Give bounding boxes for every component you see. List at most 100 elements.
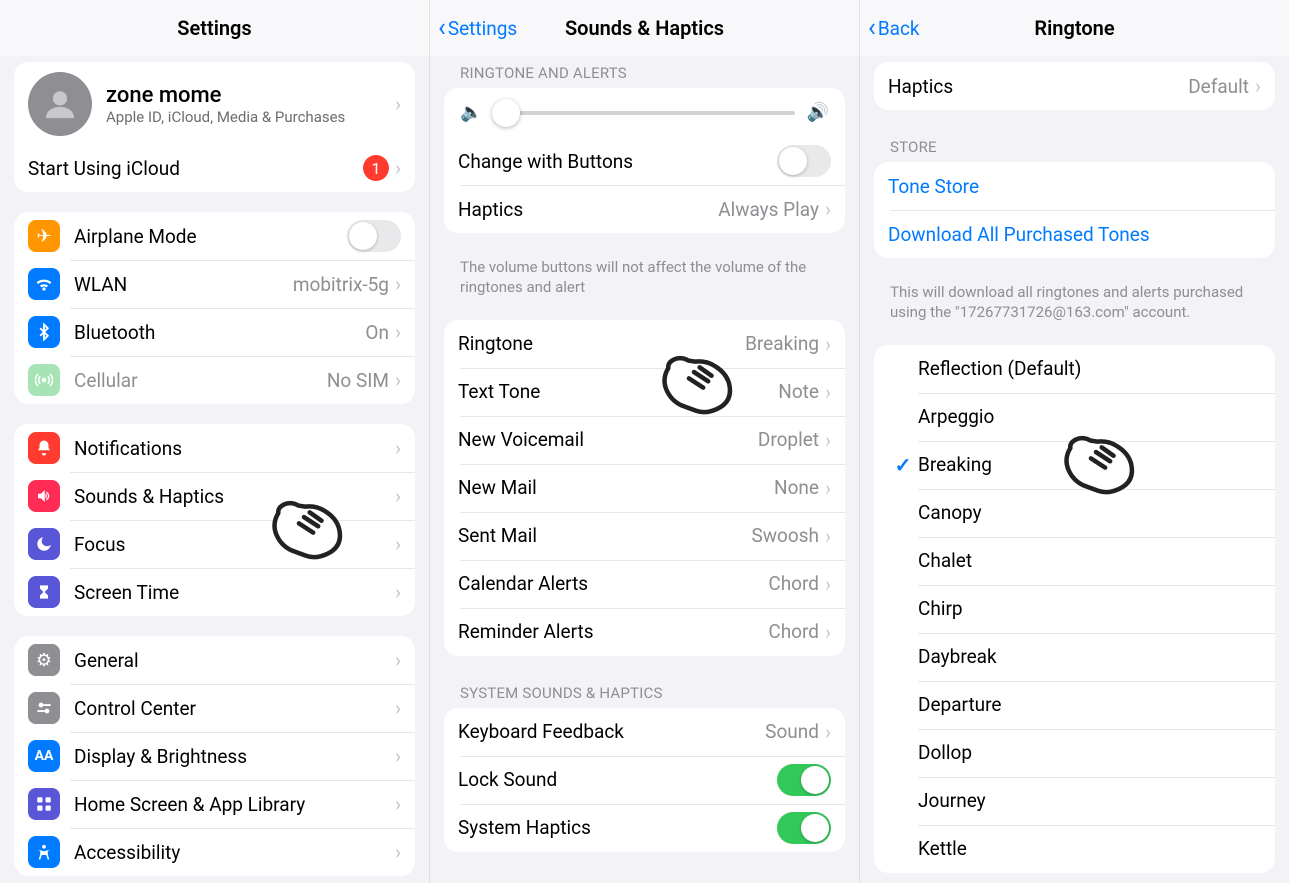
chevron-left-icon: ‹ xyxy=(438,15,446,41)
tones-list-group: Reflection (Default) Arpeggio ✓Breaking Can… xyxy=(874,345,1275,873)
chevron-right-icon: › xyxy=(825,524,831,548)
keyboard-feedback-row[interactable]: Keyboard Feedback Sound › xyxy=(444,708,845,756)
system-sounds-section-label: SYSTEM SOUNDS & HAPTICS xyxy=(430,676,859,708)
system-group: ⚙ General › Control Center › AA Display … xyxy=(14,636,415,876)
tone-option[interactable]: Canopy xyxy=(874,489,1275,537)
wifi-icon xyxy=(28,268,60,300)
apple-id-row[interactable]: zone mome Apple ID, iCloud, Media & Purc… xyxy=(14,62,415,144)
volume-footer: The volume buttons will not affect the v… xyxy=(430,253,859,308)
tone-label: Arpeggio xyxy=(918,405,994,428)
chevron-right-icon: › xyxy=(395,436,401,460)
back-button[interactable]: ‹Back xyxy=(868,0,920,56)
lock-sound-row[interactable]: Lock Sound xyxy=(444,756,845,804)
store-section-label: STORE xyxy=(860,130,1289,162)
sounds-navbar: ‹Settings Sounds & Haptics xyxy=(430,0,859,56)
haptics-row[interactable]: Haptics Always Play › xyxy=(444,185,845,233)
system-haptics-toggle[interactable] xyxy=(777,812,831,844)
new-mail-row[interactable]: New Mail None › xyxy=(444,464,845,512)
chevron-right-icon: › xyxy=(1255,74,1261,98)
haptics-group: Haptics Default › xyxy=(874,62,1275,110)
display-row[interactable]: AA Display & Brightness › xyxy=(14,732,415,780)
chevron-right-icon: › xyxy=(825,380,831,404)
tone-option[interactable]: Reflection (Default) xyxy=(874,345,1275,393)
control-center-row[interactable]: Control Center › xyxy=(14,684,415,732)
account-sub: Apple ID, iCloud, Media & Purchases xyxy=(106,108,395,126)
haptics-row[interactable]: Haptics Default › xyxy=(874,62,1275,110)
download-tones-row[interactable]: Download All Purchased Tones xyxy=(874,210,1275,258)
tone-option[interactable]: Departure xyxy=(874,681,1275,729)
accessibility-row[interactable]: Accessibility › xyxy=(14,828,415,876)
chevron-right-icon: › xyxy=(395,696,401,720)
text-tone-row[interactable]: Text Tone Note › xyxy=(444,368,845,416)
ringtone-title: Ringtone xyxy=(1034,16,1114,40)
chevron-right-icon: › xyxy=(825,572,831,596)
back-to-settings[interactable]: ‹Settings xyxy=(438,0,517,56)
system-sounds-group: Keyboard Feedback Sound › Lock Sound Sys… xyxy=(444,708,845,852)
start-using-icloud-row[interactable]: Start Using iCloud 1 › xyxy=(14,144,415,192)
sent-mail-row[interactable]: Sent Mail Swoosh › xyxy=(444,512,845,560)
sliders-icon xyxy=(28,692,60,724)
chevron-right-icon: › xyxy=(825,428,831,452)
bluetooth-row[interactable]: Bluetooth On › xyxy=(14,308,415,356)
chevron-right-icon: › xyxy=(825,476,831,500)
reminder-alerts-row[interactable]: Reminder Alerts Chord › xyxy=(444,608,845,656)
tone-label: Daybreak xyxy=(918,645,997,668)
badge-count: 1 xyxy=(363,155,389,181)
apps-grid-icon xyxy=(28,788,60,820)
calendar-alerts-row[interactable]: Calendar Alerts Chord › xyxy=(444,560,845,608)
ringtone-row[interactable]: Ringtone Breaking › xyxy=(444,320,845,368)
chevron-right-icon: › xyxy=(825,197,831,221)
sounds-haptics-row[interactable]: Sounds & Haptics › xyxy=(14,472,415,520)
focus-row[interactable]: Focus › xyxy=(14,520,415,568)
tone-store-row[interactable]: Tone Store xyxy=(874,162,1275,210)
system-haptics-row[interactable]: System Haptics xyxy=(444,804,845,852)
ringtone-pane: ‹Back Ringtone Haptics Default › STORE T… xyxy=(859,0,1289,883)
tone-label: Dollop xyxy=(918,741,972,764)
tone-option[interactable]: Arpeggio xyxy=(874,393,1275,441)
slider-track[interactable] xyxy=(494,111,794,115)
account-group: zone mome Apple ID, iCloud, Media & Purc… xyxy=(14,62,415,192)
notifications-row[interactable]: Notifications › xyxy=(14,424,415,472)
home-screen-row[interactable]: Home Screen & App Library › xyxy=(14,780,415,828)
tone-label: Chalet xyxy=(918,549,972,572)
chevron-right-icon: › xyxy=(825,620,831,644)
tone-option[interactable]: Chalet xyxy=(874,537,1275,585)
chevron-right-icon: › xyxy=(395,744,401,768)
wlan-row[interactable]: WLAN mobitrix-5g › xyxy=(14,260,415,308)
cellular-row[interactable]: Cellular No SIM › xyxy=(14,356,415,404)
tone-label: Canopy xyxy=(918,501,982,524)
tone-label: Kettle xyxy=(918,837,967,860)
airplane-toggle[interactable] xyxy=(347,220,401,252)
tone-option[interactable]: Chirp xyxy=(874,585,1275,633)
tone-label: Departure xyxy=(918,693,1001,716)
chevron-right-icon: › xyxy=(395,532,401,556)
chevron-right-icon: › xyxy=(395,272,401,296)
tone-label: Journey xyxy=(918,789,986,812)
store-group: Tone Store Download All Purchased Tones xyxy=(874,162,1275,258)
tone-option[interactable]: Dollop xyxy=(874,729,1275,777)
ringer-volume-slider[interactable]: 🔈 🔊 xyxy=(444,88,845,137)
tone-option[interactable]: ✓Breaking xyxy=(874,441,1275,489)
change-with-buttons-row[interactable]: Change with Buttons xyxy=(444,137,845,185)
tone-option[interactable]: Kettle xyxy=(874,825,1275,873)
chevron-right-icon: › xyxy=(825,332,831,356)
checkmark-icon: ✓ xyxy=(888,453,918,477)
new-voicemail-row[interactable]: New Voicemail Droplet › xyxy=(444,416,845,464)
account-name: zone mome xyxy=(106,83,395,108)
lock-sound-toggle[interactable] xyxy=(777,764,831,796)
slider-thumb[interactable] xyxy=(492,99,520,127)
settings-title: Settings xyxy=(177,16,251,40)
text-size-icon: AA xyxy=(28,740,60,772)
store-footer: This will download all ringtones and ale… xyxy=(860,278,1289,333)
cellular-icon xyxy=(28,364,60,396)
chevron-left-icon: ‹ xyxy=(868,15,876,41)
screen-time-row[interactable]: Screen Time › xyxy=(14,568,415,616)
change-buttons-toggle[interactable] xyxy=(777,145,831,177)
airplane-mode-row[interactable]: ✈ Airplane Mode xyxy=(14,212,415,260)
general-row[interactable]: ⚙ General › xyxy=(14,636,415,684)
ringtone-alerts-group: 🔈 🔊 Change with Buttons Haptics Always P… xyxy=(444,88,845,233)
tone-label: Reflection (Default) xyxy=(918,357,1081,380)
hourglass-icon xyxy=(28,576,60,608)
tone-option[interactable]: Journey xyxy=(874,777,1275,825)
tone-option[interactable]: Daybreak xyxy=(874,633,1275,681)
